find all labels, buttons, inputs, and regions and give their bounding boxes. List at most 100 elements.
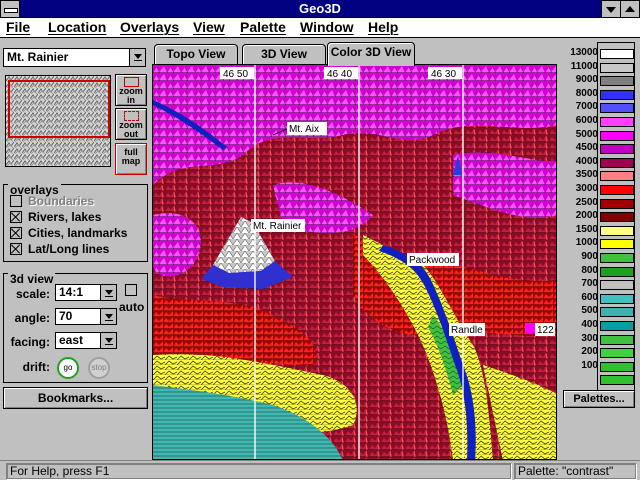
view3d-panel: 3d view scale: 14:1 angle: 70 facing: ea… — [3, 272, 148, 383]
longitude-label: 46 40 — [327, 69, 352, 80]
longitude-label: 46 50 — [223, 69, 248, 80]
window-title: Geo3D — [299, 1, 341, 16]
zoom-out-button[interactable]: zoom out — [115, 108, 147, 140]
facing-value: east — [59, 333, 84, 347]
longitude-label: 46 30 — [431, 69, 456, 80]
legend-value: 500 — [581, 305, 598, 317]
title-bar: Geo3D — [0, 0, 640, 18]
legend-value: 700 — [581, 278, 598, 290]
tab-3d-view[interactable]: 3D View — [242, 44, 326, 65]
legend-value: 3000 — [575, 183, 598, 194]
stop-icon: stop — [88, 357, 110, 379]
legend-value: 6000 — [575, 115, 598, 126]
zoom-in-button[interactable]: zoom in — [115, 74, 147, 106]
legend-value: 2000 — [575, 210, 598, 222]
palettes-button[interactable]: Palettes... — [563, 390, 635, 408]
legend-value: 9000 — [575, 74, 598, 86]
facing-select[interactable]: east — [55, 332, 117, 349]
menu-palette[interactable]: Palette — [240, 19, 286, 35]
scale-label: scale: — [15, 287, 50, 301]
minimap-terrain — [6, 76, 110, 166]
menu-overlays[interactable]: Overlays — [120, 19, 179, 35]
checkbox-box[interactable] — [10, 195, 22, 207]
legend-value: 3500 — [575, 169, 598, 181]
location-select[interactable]: Mt. Rainier — [3, 48, 146, 67]
chevron-down-icon[interactable] — [100, 333, 116, 348]
menu-window[interactable]: Window — [300, 19, 354, 35]
place-label-122: 122 — [537, 325, 554, 336]
legend-value: 200 — [581, 346, 598, 358]
minimize-button[interactable] — [601, 0, 621, 18]
place-label-packwood: Packwood — [409, 255, 455, 266]
view-tabs: Topo View 3D View Color 3D View — [152, 42, 557, 66]
legend-value: 7000 — [575, 101, 598, 113]
place-label-mt-aix: Mt. Aix — [289, 124, 319, 135]
chevron-down-icon[interactable] — [100, 309, 116, 324]
minimize-icon — [606, 7, 616, 13]
zoom-out-label-2: out — [124, 129, 138, 139]
drift-go-button[interactable]: go — [54, 354, 82, 382]
checkbox-box[interactable] — [10, 227, 22, 239]
legend-value: 600 — [581, 291, 598, 303]
maximize-icon — [625, 6, 635, 12]
place-label-randle: Randle — [451, 325, 483, 336]
legend-value: 100 — [581, 359, 598, 371]
terrain-render: 46 50 46 40 46 30 Mt. Aix Mt. Rainier Pa… — [153, 65, 556, 459]
angle-value: 70 — [59, 309, 73, 323]
checkbox-label: Rivers, lakes — [28, 210, 102, 224]
angle-select[interactable]: 70 — [55, 308, 117, 325]
status-bar: For Help, press F1 Palette: "contrast" — [0, 460, 640, 480]
legend-value: 900 — [581, 251, 598, 262]
full-map-button[interactable]: full map — [115, 143, 147, 175]
menu-help[interactable]: Help — [368, 19, 398, 35]
chevron-down-icon[interactable] — [100, 285, 116, 300]
zoom-out-icon — [124, 111, 139, 121]
legend-value: 800 — [581, 264, 598, 276]
zoom-in-label-2: in — [127, 95, 135, 105]
tab-color-3d-view[interactable]: Color 3D View — [327, 42, 415, 66]
place-label-mt-rainier: Mt. Rainier — [253, 221, 302, 232]
legend-value: 8000 — [575, 87, 598, 99]
checkbox-label: Lat/Long lines — [28, 242, 110, 256]
legend-frame — [597, 42, 635, 392]
checkbox-box[interactable] — [125, 284, 137, 296]
legend-value: 400 — [581, 319, 598, 330]
legend-value: 5000 — [575, 128, 598, 140]
menu-location[interactable]: Location — [48, 19, 106, 35]
maximize-button[interactable] — [620, 0, 640, 18]
drift-label: drift: — [22, 360, 50, 374]
tab-topo-view[interactable]: Topo View — [154, 44, 238, 65]
legend-value: 13000 — [570, 47, 598, 58]
status-palette: Palette: "contrast" — [514, 463, 636, 479]
full-map-label-2: map — [121, 156, 141, 166]
legend-value: 1500 — [575, 223, 598, 235]
overview-minimap[interactable] — [5, 75, 111, 167]
legend-value: 300 — [581, 332, 598, 344]
legend-value: 2500 — [575, 196, 598, 208]
scale-select[interactable]: 14:1 — [55, 284, 117, 301]
facing-label: facing: — [10, 335, 50, 349]
checkbox-label: Boundaries — [28, 194, 95, 208]
location-value: Mt. Rainier — [7, 50, 69, 64]
menu-file[interactable]: File — [6, 19, 30, 35]
menu-bar: File Location Overlays View Palette Wind… — [0, 18, 640, 38]
menu-view[interactable]: View — [193, 19, 225, 35]
legend-value: 4000 — [575, 155, 598, 167]
go-icon: go — [57, 357, 79, 379]
overlays-panel: overlays Boundaries Rivers, lakes Cities… — [3, 183, 148, 262]
color-3d-map-view[interactable]: 46 50 46 40 46 30 Mt. Aix Mt. Rainier Pa… — [152, 64, 557, 460]
drift-stop-button[interactable]: stop — [85, 354, 113, 382]
checkbox-box[interactable] — [10, 243, 22, 255]
chevron-down-icon[interactable] — [129, 49, 145, 66]
checkbox-box[interactable] — [10, 211, 22, 223]
status-help: For Help, press F1 — [6, 463, 511, 479]
scale-value: 14:1 — [59, 285, 84, 299]
zoom-in-icon — [124, 77, 139, 87]
legend-value: 4500 — [575, 142, 598, 154]
legend-value: 11000 — [570, 60, 598, 72]
bookmarks-button[interactable]: Bookmarks... — [3, 387, 148, 409]
angle-label: angle: — [14, 311, 50, 325]
checkbox-label: Cities, landmarks — [28, 226, 128, 240]
legend-value: 1000 — [575, 237, 598, 249]
map-divider — [557, 64, 561, 460]
